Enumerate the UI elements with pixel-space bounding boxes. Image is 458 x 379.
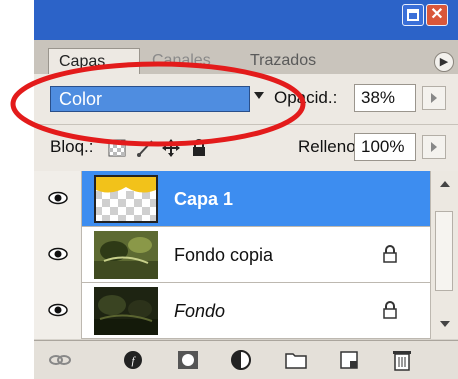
lock-all-icon[interactable] <box>190 139 208 157</box>
dropdown-arrow-icon[interactable] <box>254 92 264 99</box>
eye-icon[interactable] <box>48 247 68 261</box>
eye-icon[interactable] <box>48 303 68 317</box>
scroll-down-icon[interactable] <box>440 321 450 327</box>
layers-scrollbar[interactable] <box>430 171 458 339</box>
visibility-toggle[interactable] <box>34 283 82 339</box>
opacity-label: Opacid.: <box>274 88 338 107</box>
layer-thumbnail <box>94 287 158 335</box>
eye-icon[interactable] <box>48 191 68 205</box>
trash-icon[interactable] <box>390 349 414 371</box>
layer-row-fondo[interactable]: Fondo <box>34 283 430 339</box>
lock-icon <box>383 301 397 319</box>
opacity-input[interactable]: 38% <box>354 84 416 112</box>
tab-row: Canales Trazados Capas ▶ <box>34 40 458 74</box>
new-layer-icon[interactable] <box>338 349 362 371</box>
layer-row-capa-1[interactable]: Capa 1 <box>34 171 430 227</box>
adjustment-icon[interactable] <box>230 349 254 371</box>
scroll-up-icon[interactable] <box>440 181 450 187</box>
tab-capas[interactable]: Capas <box>48 48 140 74</box>
panel-menu-icon[interactable]: ▶ <box>434 52 454 72</box>
scroll-thumb[interactable] <box>435 211 453 291</box>
layers-panel: ✕ Canales Trazados Capas ▶ Color Opacid.… <box>34 0 458 379</box>
layers-list: Capa 1 Fondo copia Fondo <box>34 171 430 339</box>
layer-thumbnail <box>94 175 158 223</box>
fx-icon[interactable]: f <box>122 349 146 371</box>
panel-bottom-toolbar: f <box>34 340 458 379</box>
fill-input[interactable]: 100% <box>354 133 416 161</box>
fill-label: Relleno: <box>298 137 361 156</box>
layer-row-fondo-copia[interactable]: Fondo copia <box>34 227 430 283</box>
lock-label: Bloq.: <box>50 137 94 156</box>
opacity-slider-button[interactable] <box>422 86 446 110</box>
visibility-toggle[interactable] <box>34 171 82 227</box>
blend-opacity-row: Color Opacid.: 38% <box>34 74 458 124</box>
lock-move-icon[interactable] <box>162 139 180 157</box>
folder-icon[interactable] <box>284 349 308 371</box>
tab-trazados[interactable]: Trazados <box>240 48 348 74</box>
lock-fill-row: Bloq.: Relleno: 100% <box>34 124 458 171</box>
visibility-toggle[interactable] <box>34 227 82 283</box>
close-icon[interactable]: ✕ <box>426 4 448 26</box>
fill-slider-button[interactable] <box>422 135 446 159</box>
panel-titlebar: ✕ <box>34 0 458 40</box>
lock-transparency-icon[interactable] <box>108 139 126 157</box>
tab-canales[interactable]: Canales <box>142 48 242 74</box>
minimize-icon[interactable] <box>402 4 424 26</box>
layer-name: Fondo copia <box>174 245 274 265</box>
link-icon[interactable] <box>48 349 72 371</box>
layer-thumbnail <box>94 231 158 279</box>
mask-icon[interactable] <box>176 349 200 371</box>
layer-name: Capa 1 <box>174 189 234 209</box>
lock-icon <box>383 245 397 263</box>
layer-name: Fondo <box>174 301 226 321</box>
lock-brush-icon[interactable] <box>136 139 154 157</box>
blend-mode-select[interactable]: Color <box>50 86 250 112</box>
